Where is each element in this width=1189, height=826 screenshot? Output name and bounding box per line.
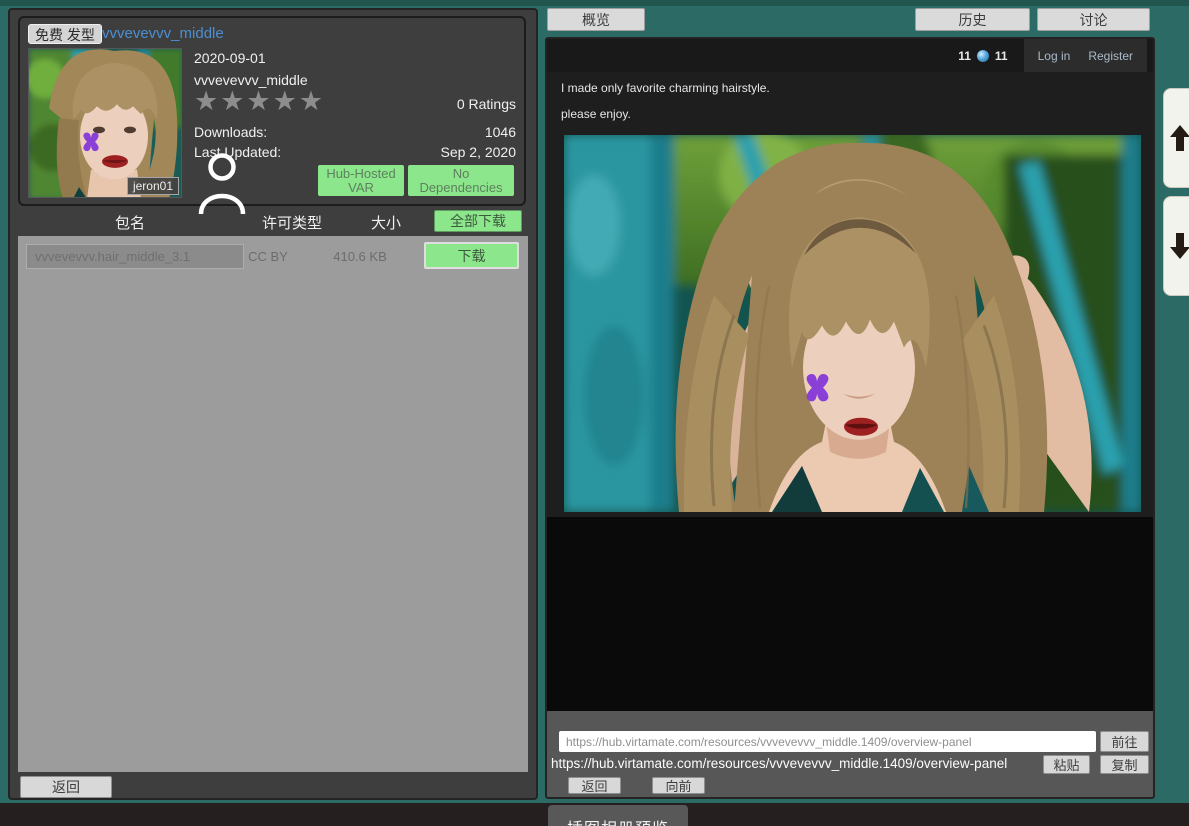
resource-thumbnail[interactable]: jeron01 <box>28 48 182 198</box>
app-window: 免费 发型 vvvevevvv_middle <box>0 0 1189 826</box>
down-arrow-icon <box>1170 233 1189 259</box>
package-list: vvvevevvv.hair_middle_3.1 CC BY 410.6 KB… <box>18 236 528 772</box>
download-all-button[interactable]: 全部下载 <box>434 210 522 232</box>
gallery-preview-button[interactable]: 插图相册预览 <box>548 805 688 826</box>
last-updated-value: Sep 2, 2020 <box>440 144 516 160</box>
page-lower-area <box>547 517 1153 711</box>
rating-stars-icon[interactable]: ★★★★★ <box>194 88 325 115</box>
col-size: 大小 <box>356 212 416 233</box>
login-link[interactable]: Log in <box>1038 49 1071 63</box>
auth-links: Log in Register <box>1024 39 1147 72</box>
up-arrow-icon <box>1170 125 1189 151</box>
browser-site-header: 11 11 Log in Register <box>547 39 1153 72</box>
package-name-cell[interactable]: vvvevevvv.hair_middle_3.1 <box>26 244 244 269</box>
url-input[interactable] <box>559 731 1096 752</box>
user-icon <box>198 152 246 214</box>
resource-date: 2020-09-01 <box>194 50 266 66</box>
resource-summary-card: 免费 发型 vvvevevvv_middle <box>18 16 526 206</box>
resource-title-link[interactable]: vvvevevvv_middle <box>102 25 224 42</box>
col-license-type: 许可类型 <box>237 212 347 233</box>
no-dependencies-badge: No Dependencies <box>408 165 514 196</box>
scroll-up-button[interactable] <box>1163 88 1189 188</box>
tab-overview[interactable]: 概览 <box>547 8 645 31</box>
counter-right: 11 <box>995 49 1008 63</box>
download-button[interactable]: 下载 <box>424 242 519 269</box>
status-badges: Hub-Hosted VAR No Dependencies <box>318 165 514 196</box>
bottom-toolbar: 插图相册预览 <box>0 803 1189 826</box>
portrait-illustration <box>564 135 1141 512</box>
browser-back-button[interactable]: 返回 <box>568 777 621 794</box>
thumbnail-portrait <box>29 49 182 198</box>
license-cell: CC BY <box>238 249 298 264</box>
browser-forward-button[interactable]: 向前 <box>652 777 705 794</box>
hub-hosted-var-badge: Hub-Hosted VAR <box>318 165 404 196</box>
downloads-value: 1046 <box>485 124 516 140</box>
hub-browser-panel: 11 11 Log in Register I made only favori… <box>545 37 1155 799</box>
top-edge-shade <box>0 0 1189 6</box>
ratings-count: 0 Ratings <box>457 96 516 112</box>
panel-back-button[interactable]: 返回 <box>20 776 112 798</box>
resource-image[interactable] <box>564 135 1141 512</box>
author-name-label: jeron01 <box>127 177 179 195</box>
tab-history[interactable]: 历史 <box>915 8 1030 31</box>
scroll-down-button[interactable] <box>1163 196 1189 296</box>
description-line-2: please enjoy. <box>561 107 631 121</box>
current-url-text: https://hub.virtamate.com/resources/vvve… <box>551 756 1007 771</box>
counter-left: 11 <box>958 49 971 63</box>
register-link[interactable]: Register <box>1088 49 1133 63</box>
browser-controls-bar: 前往 https://hub.virtamate.com/resources/v… <box>547 711 1153 797</box>
paste-button[interactable]: 粘贴 <box>1043 755 1090 774</box>
size-cell: 410.6 KB <box>320 249 400 264</box>
resource-stats: 2020-09-01 vvvevevvv_middle ★★★★★ 0 Rati… <box>194 48 516 198</box>
copy-button[interactable]: 复制 <box>1100 755 1149 774</box>
free-hairstyle-badge: 免费 发型 <box>28 24 102 44</box>
blue-orb-icon <box>977 50 989 62</box>
resource-info-panel: 免费 发型 vvvevevvv_middle <box>8 8 538 800</box>
description-line-1: I made only favorite charming hairstyle. <box>561 81 770 95</box>
col-package-name: 包名 <box>70 212 190 233</box>
go-button[interactable]: 前往 <box>1100 731 1149 752</box>
tab-discussion[interactable]: 讨论 <box>1037 8 1150 31</box>
downloads-label: Downloads: <box>194 124 267 140</box>
